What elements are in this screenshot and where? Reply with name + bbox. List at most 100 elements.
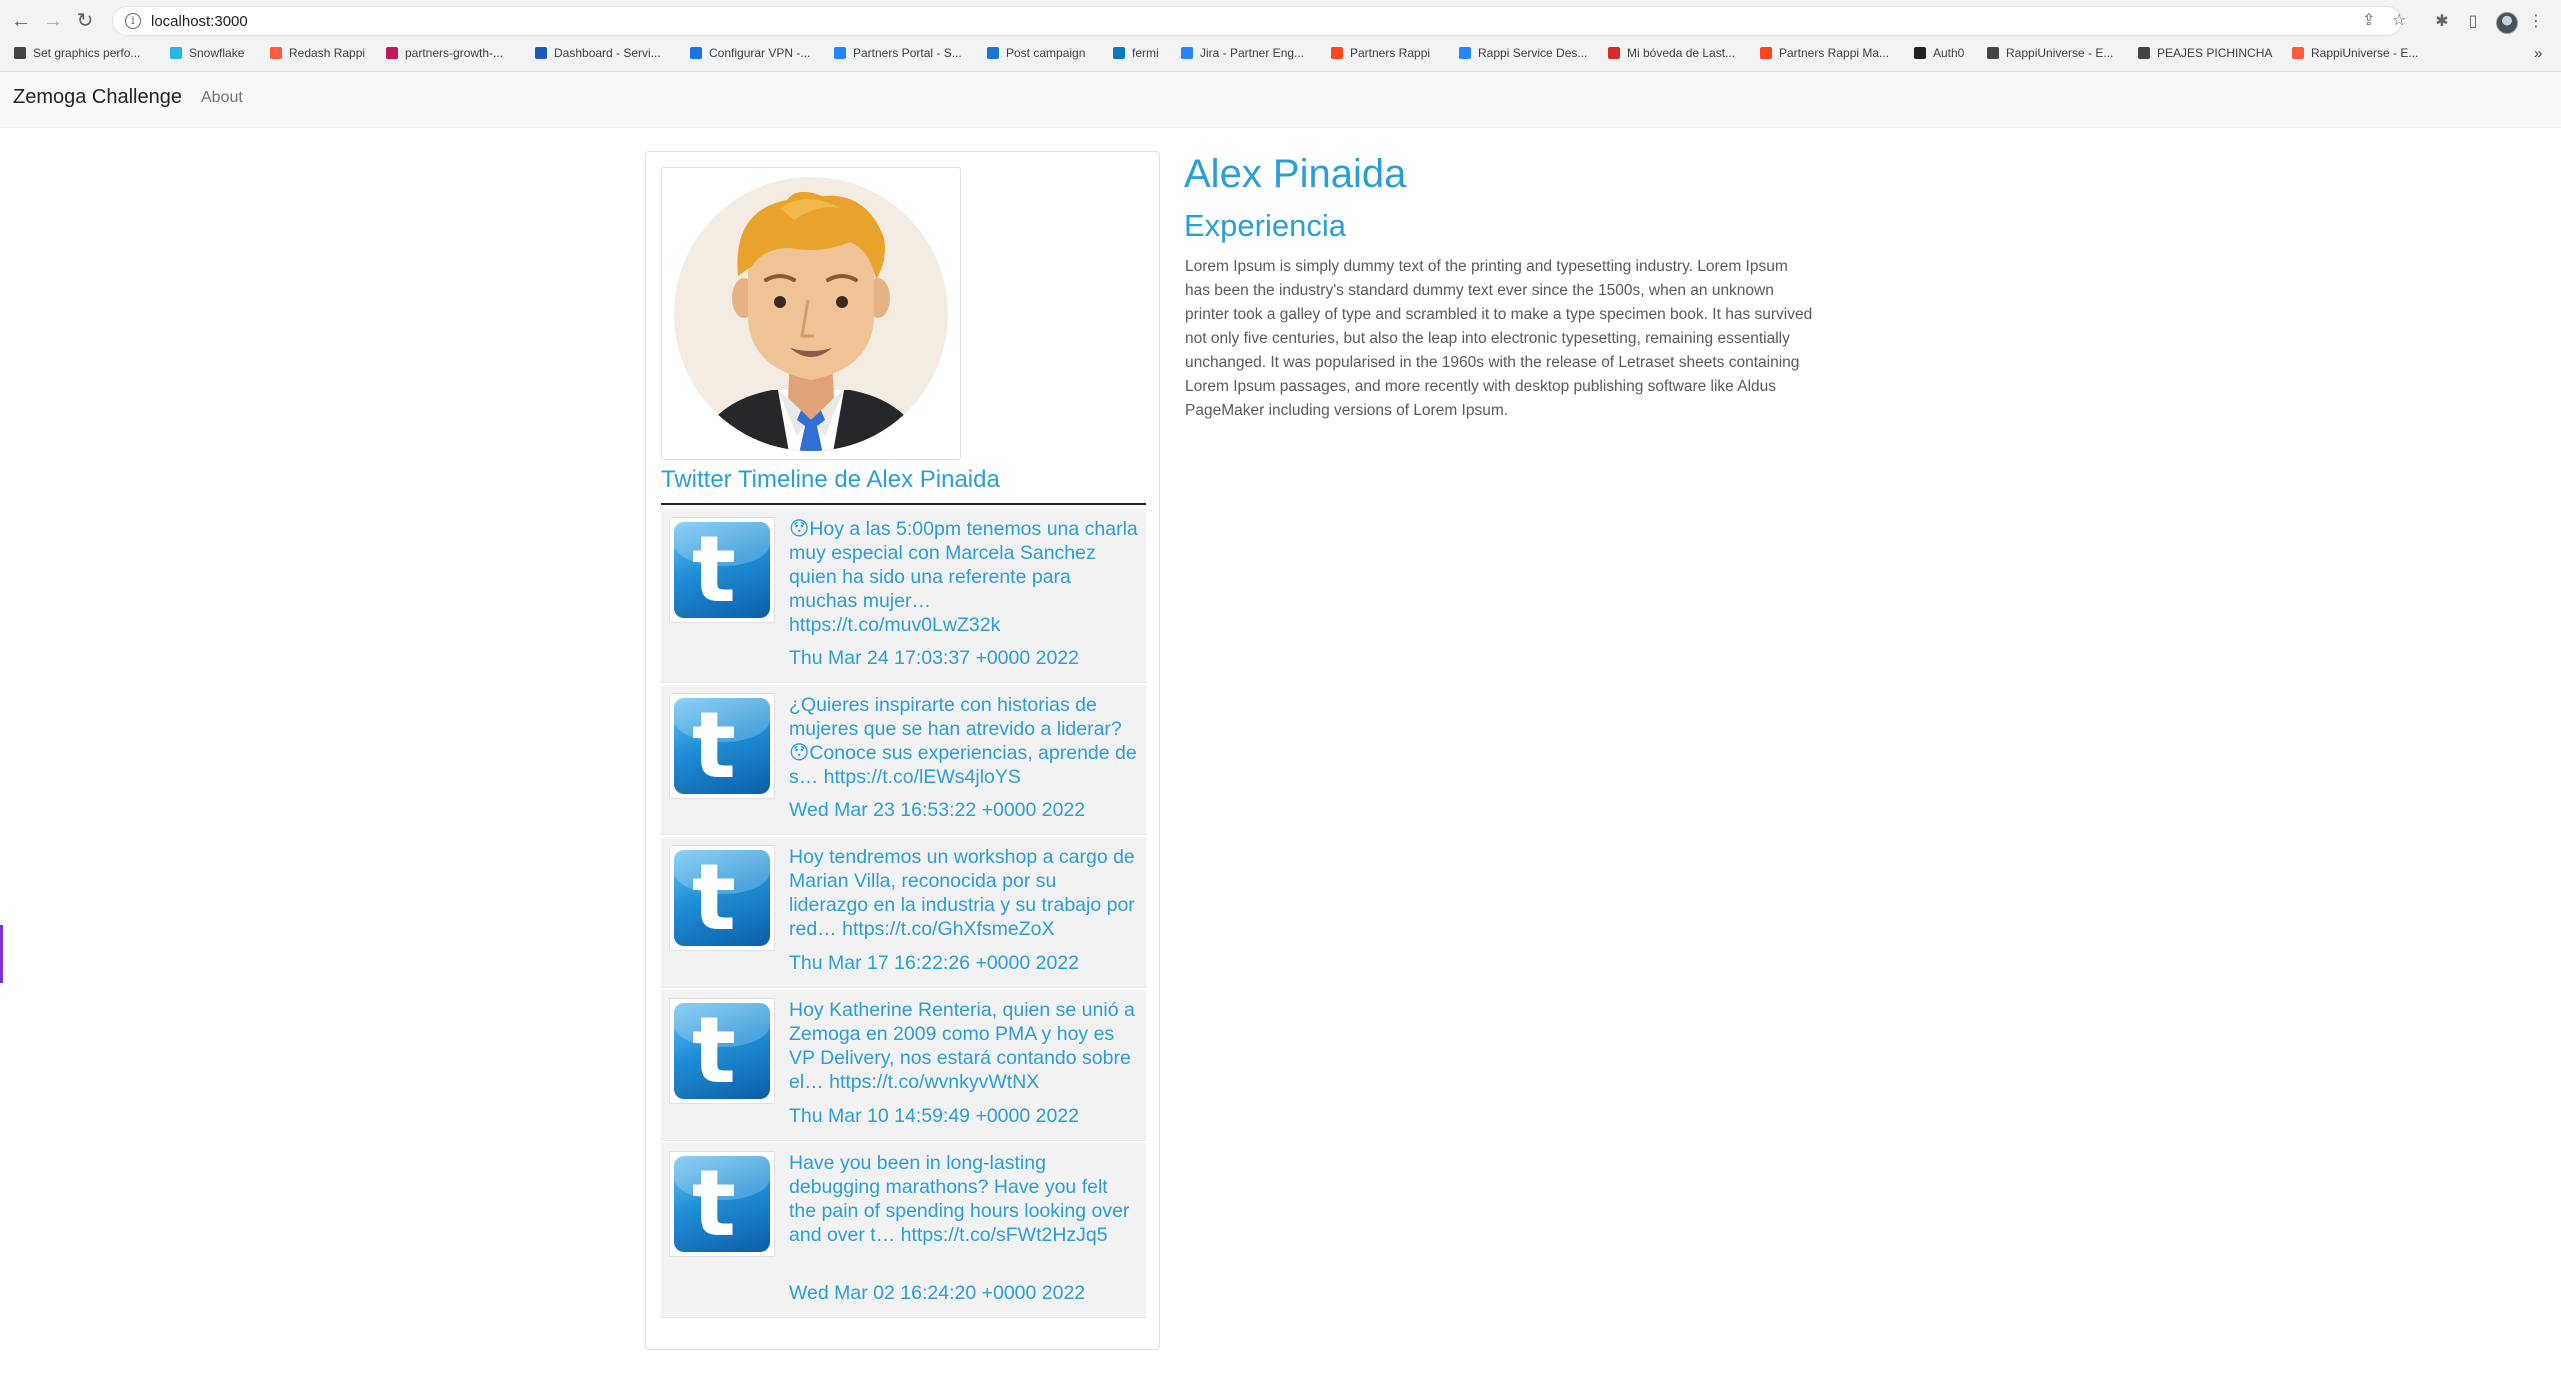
tweet-item[interactable]: t 😯Hoy a las 5:00pm tenemos una charla mu… [661,509,1146,683]
twitter-t-glyph: t [692,698,736,794]
profile-name: Alex Pinaida [1184,152,1407,196]
bookmark-favicon-icon [2292,47,2304,59]
bookmark-favicon-icon [535,47,547,59]
bookmark-favicon-icon [1608,47,1620,59]
twitter-logo-icon: t [669,693,775,799]
bookmark-item[interactable]: RappiUniverse - E... [2292,44,2418,62]
extensions-icon[interactable]: ✱ [2433,13,2451,31]
bookmark-item[interactable]: Jira - Partner Eng... [1181,44,1304,62]
bookmark-item[interactable]: Mi bóveda de Last... [1608,44,1735,62]
url-text: localhost:3000 [151,13,248,30]
twitter-logo-tile: t [674,850,770,946]
more-bookmarks-icon[interactable]: » [2534,44,2542,62]
bookmark-label: fermi [1132,46,1159,60]
bookmark-label: Snowflake [189,46,245,60]
forward-icon[interactable]: → [42,10,64,32]
browser-chrome: ← → ↻ i localhost:3000 ⇪ ☆ ✱ ▯ ⋮ Set gra… [0,0,2561,72]
bookmark-label: partners-growth-... [405,46,504,60]
timeline-divider [661,503,1146,505]
bookmark-favicon-icon [14,47,26,59]
tweet-date: Wed Mar 02 16:24:20 +0000 2022 [789,1282,1086,1304]
bookmark-item[interactable]: Snowflake [170,44,244,62]
bookmark-item[interactable]: Configurar VPN -... [690,44,810,62]
bookmark-item[interactable]: partners-growth-... [386,44,503,62]
bookmark-favicon-icon [1181,47,1193,59]
bookmark-favicon-icon [270,47,282,59]
bookmark-label: PEAJES PICHINCHA [2157,46,2273,60]
profile-card: Twitter Timeline de Alex Pinaida t 😯Hoy a… [645,151,1160,1350]
bookmark-favicon-icon [1459,47,1471,59]
tweet-date: Thu Mar 17 16:22:26 +0000 2022 [789,952,1080,974]
timeline-title: Twitter Timeline de Alex Pinaida [661,466,1000,493]
site-info-icon[interactable]: i [125,13,141,29]
bookmark-favicon-icon [170,47,182,59]
twitter-logo-icon: t [669,1151,775,1257]
bookmark-item[interactable]: RappiUniverse - E... [1987,44,2113,62]
bookmark-item[interactable]: PEAJES PICHINCHA [2138,44,2272,62]
bookmark-item[interactable]: fermi [1113,44,1159,62]
tweet-item[interactable]: t Hoy tendremos un workshop a cargo de Ma… [661,837,1146,988]
address-bar[interactable]: i localhost:3000 [112,6,2402,36]
bookmark-star-icon[interactable]: ☆ [2392,10,2406,30]
tweet-item[interactable]: t Have you been in long-lasting debugging… [661,1143,1146,1318]
bookmark-favicon-icon [987,47,999,59]
experience-text: Lorem Ipsum is simply dummy text of the … [1185,258,1813,419]
twitter-t-glyph: t [692,1003,736,1099]
twitter-logo-icon: t [669,998,775,1104]
tweet-text[interactable]: Hoy Katherine Renteria, quien se unió a … [789,998,1139,1094]
menu-kebab-icon[interactable]: ⋮ [2527,13,2545,31]
twitter-t-glyph: t [692,850,736,946]
twitter-logo-tile: t [674,1156,770,1252]
bookmark-favicon-icon [1331,47,1343,59]
tweet-item[interactable]: t ¿Quieres inspirarte con historias de mu… [661,685,1146,835]
bookmark-label: Partners Rappi [1350,46,1431,60]
bookmark-label: Partners Portal - S... [853,46,962,60]
bookmark-item[interactable]: Partners Portal - S... [834,44,962,62]
profile-avatar-icon[interactable] [2496,12,2518,34]
bookmark-label: Partners Rappi Ma... [1779,46,1890,60]
avatar-illustration [674,177,948,451]
bookmark-item[interactable]: Post campaign [987,44,1085,62]
bookmark-label: Auth0 [1933,46,1965,60]
tweet-text[interactable]: 😯Hoy a las 5:00pm tenemos una charla muy… [789,517,1139,637]
tweet-item[interactable]: t Hoy Katherine Renteria, quien se unió a… [661,990,1146,1141]
twitter-logo-tile: t [674,522,770,618]
experience-heading: Experiencia [1184,208,1346,243]
back-icon[interactable]: ← [10,10,32,32]
app-navbar: Zemoga Challenge About [0,72,2561,128]
reload-icon[interactable]: ↻ [74,10,96,32]
bookmark-item[interactable]: Partners Rappi Ma... [1760,44,1889,62]
tweet-date: Thu Mar 24 17:03:37 +0000 2022 [789,647,1080,669]
tweet-text[interactable]: Have you been in long-lasting debugging … [789,1151,1139,1247]
bookmark-item[interactable]: Redash Rappi [270,44,365,62]
bookmark-label: Jira - Partner Eng... [1200,46,1305,60]
tweet-text[interactable]: ¿Quieres inspirarte con historias de muj… [789,693,1139,789]
bookmark-item[interactable]: Set graphics perfo... [14,44,140,62]
bookmark-label: Redash Rappi [289,46,366,60]
bookmark-favicon-icon [1914,47,1926,59]
bookmark-label: Set graphics perfo... [33,46,141,60]
toolbar: ← → ↻ i localhost:3000 ⇪ ☆ ✱ ▯ ⋮ [0,4,2561,38]
bookmark-label: Post campaign [1006,46,1086,60]
bookmarks-bar: Set graphics perfo... Snowflake Redash Rap… [0,40,2561,66]
bookmark-favicon-icon [386,47,398,59]
share-icon[interactable]: ⇪ [2362,10,2375,30]
bookmark-favicon-icon [690,47,702,59]
bookmark-label: Configurar VPN -... [709,46,811,60]
twitter-logo-icon: t [669,845,775,951]
bookmark-favicon-icon [1113,47,1125,59]
bookmark-item[interactable]: Partners Rappi [1331,44,1430,62]
bookmark-item[interactable]: Auth0 [1914,44,1964,62]
bookmark-label: RappiUniverse - E... [2311,46,2419,60]
bookmark-item[interactable]: Rappi Service Des... [1459,44,1587,62]
bookmark-item[interactable]: Dashboard - Servi... [535,44,661,62]
edge-marker [0,925,3,983]
bookmark-label: Dashboard - Servi... [554,46,661,60]
side-panel-icon[interactable]: ▯ [2464,13,2482,31]
bookmark-label: RappiUniverse - E... [2006,46,2114,60]
bookmark-favicon-icon [1987,47,1999,59]
tweet-text[interactable]: Hoy tendremos un workshop a cargo de Mar… [789,845,1139,941]
bookmark-favicon-icon [1760,47,1772,59]
nav-about-link[interactable]: About [201,89,243,107]
brand-link[interactable]: Zemoga Challenge [13,86,182,109]
